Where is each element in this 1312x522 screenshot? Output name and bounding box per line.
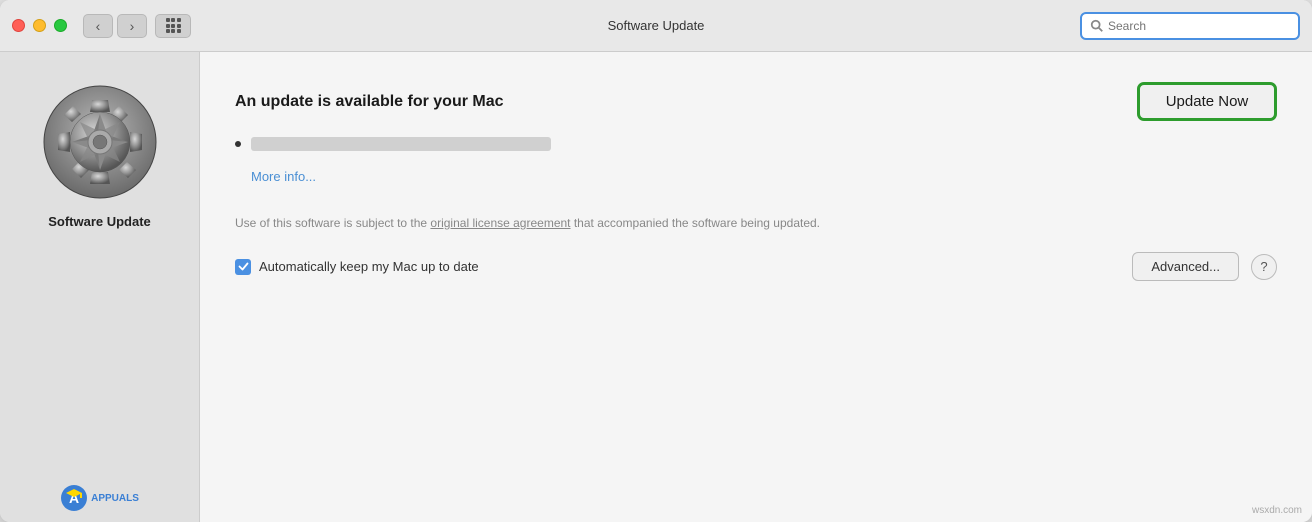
more-info-link[interactable]: More info...	[251, 169, 1277, 184]
search-bar[interactable]	[1080, 12, 1300, 40]
grid-view-button[interactable]	[155, 14, 191, 38]
auto-update-checkbox[interactable]	[235, 259, 251, 275]
sidebar-label: Software Update	[48, 214, 151, 229]
update-item	[235, 137, 1277, 151]
update-item-text	[251, 137, 551, 151]
close-button[interactable]	[12, 19, 25, 32]
update-now-button[interactable]: Update Now	[1137, 82, 1277, 121]
forward-button[interactable]: ›	[117, 14, 147, 38]
bullet-point	[235, 141, 241, 147]
back-button[interactable]: ‹	[83, 14, 113, 38]
main-content: Software Update A APPUALS	[0, 52, 1312, 522]
auto-update-label: Automatically keep my Mac up to date	[259, 259, 479, 274]
search-input[interactable]	[1108, 19, 1290, 33]
update-details	[235, 137, 1277, 159]
sidebar: Software Update A APPUALS	[0, 52, 200, 522]
license-link[interactable]: original license agreement	[430, 216, 570, 230]
maximize-button[interactable]	[54, 19, 67, 32]
traffic-lights	[12, 19, 67, 32]
wsxdn-watermark: wsxdn.com	[1252, 505, 1302, 516]
help-button[interactable]: ?	[1251, 254, 1277, 280]
license-text-part2: that accompanied the software being upda…	[571, 216, 821, 230]
appuals-text: APPUALS	[91, 493, 139, 504]
auto-update-checkbox-label[interactable]: Automatically keep my Mac up to date	[235, 259, 479, 275]
minimize-button[interactable]	[33, 19, 46, 32]
update-available-title: An update is available for your Mac	[235, 93, 504, 111]
license-text-part1: Use of this software is subject to the	[235, 216, 430, 230]
window-title: Software Update	[608, 18, 705, 33]
license-text: Use of this software is subject to the o…	[235, 214, 835, 232]
bottom-row: Automatically keep my Mac up to date Adv…	[235, 252, 1277, 281]
nav-buttons: ‹ ›	[83, 14, 191, 38]
grid-icon	[166, 18, 181, 33]
advanced-button[interactable]: Advanced...	[1132, 252, 1239, 281]
titlebar: ‹ › Software Update	[0, 0, 1312, 52]
search-icon	[1090, 19, 1104, 33]
appuals-icon: A	[60, 484, 88, 512]
software-update-icon	[40, 82, 160, 202]
right-panel: An update is available for your Mac Upda…	[200, 52, 1312, 522]
update-header: An update is available for your Mac Upda…	[235, 82, 1277, 121]
window: ‹ › Software Update	[0, 0, 1312, 522]
